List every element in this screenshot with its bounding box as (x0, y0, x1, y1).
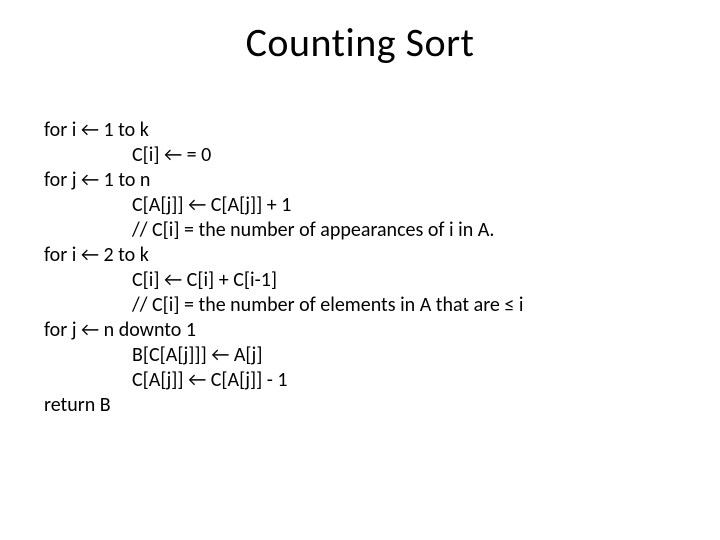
pseudocode-block: for i ← 1 to k C[i] ← = 0 for j ← 1 to n… (44, 118, 676, 418)
code-line: C[i] ← C[i] + C[i-1] (44, 268, 676, 293)
code-line: return B (44, 393, 676, 418)
code-line: for j ← 1 to n (44, 168, 676, 193)
code-line: for i ← 1 to k (44, 118, 676, 143)
code-line: C[i] ← = 0 (44, 143, 676, 168)
slide-title: Counting Sort (0, 18, 720, 67)
code-line: for j ← n downto 1 (44, 318, 676, 343)
code-line: // C[i] = the number of appearances of i… (44, 218, 676, 243)
code-line: B[C[A[j]]] ← A[j] (44, 343, 676, 368)
slide: Counting Sort for i ← 1 to k C[i] ← = 0 … (0, 0, 720, 540)
code-line: // C[i] = the number of elements in A th… (44, 293, 676, 318)
code-line: C[A[j]] ← C[A[j]] - 1 (44, 368, 676, 393)
code-line: for i ← 2 to k (44, 243, 676, 268)
code-line: C[A[j]] ← C[A[j]] + 1 (44, 193, 676, 218)
